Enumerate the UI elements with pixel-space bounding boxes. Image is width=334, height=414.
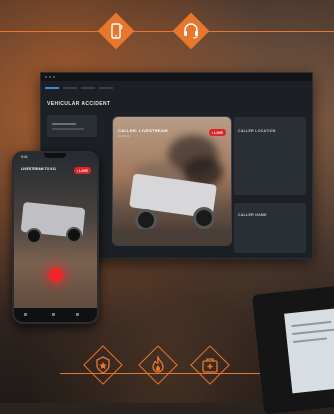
caller-label: CALLER: LIVESTREAM (118, 128, 168, 133)
record-button[interactable] (49, 268, 63, 282)
phone-stream-title: LIVESTREAM TO 911 (21, 167, 56, 171)
laptop-screen (284, 306, 334, 394)
caller-phone: 9:41 LIVESTREAM TO 911 • LIVE (12, 151, 99, 324)
caller-name-panel: CALLER NAME (234, 203, 306, 253)
connector-line (0, 31, 334, 32)
dashboard-nav (45, 87, 113, 91)
incident-info-card (47, 115, 97, 137)
phone-live-badge: • LIVE (73, 167, 91, 174)
live-badge: • LIVE (208, 129, 226, 136)
dispatcher-laptop (251, 285, 334, 414)
nav-tab-active[interactable] (45, 87, 59, 89)
incident-title: VEHICULAR ACCIDENT (47, 101, 111, 107)
phone-camera-view (14, 153, 97, 322)
nav-tab[interactable] (63, 87, 77, 89)
stream-timer: 00:00:00 (118, 134, 130, 138)
caller-name-label: CALLER NAME (238, 213, 267, 217)
phone-time: 9:41 (21, 155, 28, 159)
window-title-bar (41, 73, 312, 81)
nav-tab[interactable] (99, 87, 113, 89)
caller-location-panel: CALLER LOCATION (234, 117, 306, 195)
livestream-video[interactable]: CALLER: LIVESTREAM 00:00:00 • LIVE (112, 116, 232, 246)
nav-tab[interactable] (81, 87, 95, 89)
caller-location-label: CALLER LOCATION (238, 129, 276, 133)
phone-toolbar (14, 308, 97, 322)
